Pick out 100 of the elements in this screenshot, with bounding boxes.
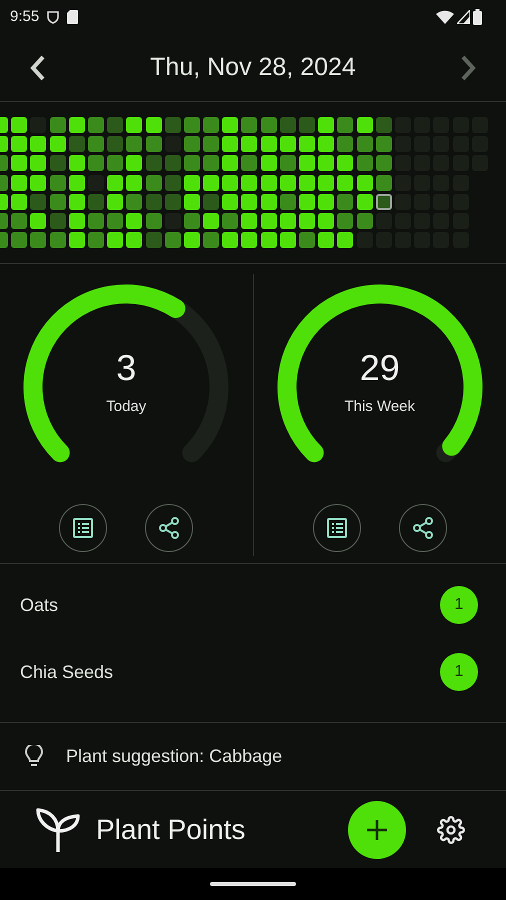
heatmap-cell[interactable]	[318, 232, 334, 248]
heatmap-cell[interactable]	[299, 136, 315, 152]
heatmap-cell[interactable]	[126, 232, 142, 248]
heatmap-cell[interactable]	[299, 174, 315, 190]
heatmap-cell[interactable]	[299, 232, 315, 248]
heatmap-cell[interactable]	[299, 116, 315, 133]
heatmap-cell[interactable]	[50, 174, 66, 190]
heatmap-cell[interactable]	[203, 232, 220, 248]
heatmap-cell[interactable]	[318, 194, 334, 210]
heatmap-cell[interactable]	[280, 116, 296, 133]
heatmap-cell[interactable]	[241, 232, 258, 248]
heatmap-cell[interactable]	[376, 116, 392, 133]
heatmap-cell[interactable]	[337, 136, 354, 152]
heatmap-cell[interactable]	[376, 174, 392, 190]
heatmap-cell[interactable]	[241, 116, 258, 133]
heatmap-cell[interactable]	[126, 136, 142, 152]
heatmap-cell[interactable]	[203, 174, 220, 190]
heatmap-cell[interactable]	[356, 212, 373, 229]
heatmap-cell[interactable]	[260, 174, 277, 190]
list-button[interactable]	[312, 504, 361, 552]
heatmap-cell[interactable]	[260, 212, 277, 229]
settings-button[interactable]	[436, 814, 466, 844]
heatmap-cell[interactable]	[318, 155, 334, 172]
heatmap-cell[interactable]	[280, 212, 296, 229]
heatmap-cell[interactable]	[376, 136, 392, 152]
share-button[interactable]	[145, 504, 194, 552]
heatmap-cell[interactable]	[126, 194, 142, 210]
heatmap-cell[interactable]	[184, 136, 200, 152]
heatmap-cell[interactable]	[203, 155, 220, 172]
heatmap-cell[interactable]	[164, 174, 181, 190]
heatmap-cell[interactable]	[280, 136, 296, 152]
heatmap-cell[interactable]	[88, 155, 104, 172]
heatmap-cell[interactable]	[146, 174, 162, 190]
heatmap-cell[interactable]	[184, 155, 200, 172]
heatmap-cell[interactable]	[68, 194, 85, 210]
heatmap-cell[interactable]	[337, 116, 354, 133]
heatmap-cell[interactable]	[299, 194, 315, 210]
heatmap-cell[interactable]	[222, 116, 238, 133]
heatmap-cell[interactable]	[337, 232, 354, 248]
heatmap-cell[interactable]	[184, 232, 200, 248]
heatmap-cell[interactable]	[107, 194, 124, 210]
heatmap-cell[interactable]	[88, 136, 104, 152]
heatmap-cell[interactable]	[107, 212, 124, 229]
heatmap-cell[interactable]	[356, 136, 373, 152]
heatmap-cell[interactable]	[241, 194, 258, 210]
heatmap-cell[interactable]	[88, 212, 104, 229]
heatmap-cell[interactable]	[260, 232, 277, 248]
heatmap-cell[interactable]	[318, 212, 334, 229]
heatmap-cell[interactable]	[126, 116, 142, 133]
heatmap-cell[interactable]	[356, 174, 373, 190]
heatmap-cell[interactable]	[164, 116, 181, 133]
heatmap-cell[interactable]	[107, 136, 124, 152]
heatmap-cell[interactable]	[356, 116, 373, 133]
heatmap-cell[interactable]	[260, 116, 277, 133]
heatmap-cell[interactable]	[88, 194, 104, 210]
heatmap-cell[interactable]	[30, 174, 46, 190]
heatmap-cell[interactable]	[88, 116, 104, 133]
heatmap-cell[interactable]	[11, 174, 28, 190]
heatmap-cell[interactable]	[146, 232, 162, 248]
heatmap-cell[interactable]	[356, 155, 373, 172]
heatmap-cell[interactable]	[337, 212, 354, 229]
heatmap-cell[interactable]	[68, 116, 85, 133]
heatmap-cell[interactable]	[30, 212, 46, 229]
heatmap-cell[interactable]	[241, 136, 258, 152]
heatmap-cell[interactable]	[107, 232, 124, 248]
heatmap-cell[interactable]	[203, 212, 220, 229]
heatmap-cell[interactable]	[30, 136, 46, 152]
heatmap-cell[interactable]	[184, 116, 200, 133]
heatmap-cell[interactable]	[11, 232, 28, 248]
heatmap-cell[interactable]	[126, 155, 142, 172]
heatmap-cell[interactable]	[68, 212, 85, 229]
heatmap-cell[interactable]	[280, 174, 296, 190]
heatmap-cell[interactable]	[50, 212, 66, 229]
heatmap-cell[interactable]	[318, 174, 334, 190]
heatmap-cell[interactable]	[30, 155, 46, 172]
heatmap-cell[interactable]	[203, 136, 220, 152]
heatmap-cell[interactable]	[68, 136, 85, 152]
heatmap-cell[interactable]	[280, 232, 296, 248]
heatmap-cell[interactable]	[241, 155, 258, 172]
heatmap-cell[interactable]	[222, 194, 238, 210]
heatmap-cell[interactable]	[68, 155, 85, 172]
heatmap-cell[interactable]	[241, 174, 258, 190]
heatmap-cell[interactable]	[164, 155, 181, 172]
heatmap-cell[interactable]	[260, 194, 277, 210]
list-button[interactable]	[59, 504, 108, 552]
heatmap-cell[interactable]	[146, 136, 162, 152]
heatmap-cell[interactable]	[50, 232, 66, 248]
heatmap-cell[interactable]	[30, 194, 46, 210]
heatmap-cell[interactable]	[184, 212, 200, 229]
heatmap-cell[interactable]	[146, 212, 162, 229]
heatmap-cell[interactable]	[50, 116, 66, 133]
heatmap-cell[interactable]	[299, 212, 315, 229]
heatmap-cell[interactable]	[241, 212, 258, 229]
heatmap-cell[interactable]	[260, 155, 277, 172]
heatmap-cell[interactable]	[164, 194, 181, 210]
heatmap-cell[interactable]	[184, 174, 200, 190]
heatmap-cell[interactable]	[68, 174, 85, 190]
heatmap-cell[interactable]	[222, 136, 238, 152]
heatmap-cell[interactable]	[337, 174, 354, 190]
heatmap-cell[interactable]	[260, 136, 277, 152]
